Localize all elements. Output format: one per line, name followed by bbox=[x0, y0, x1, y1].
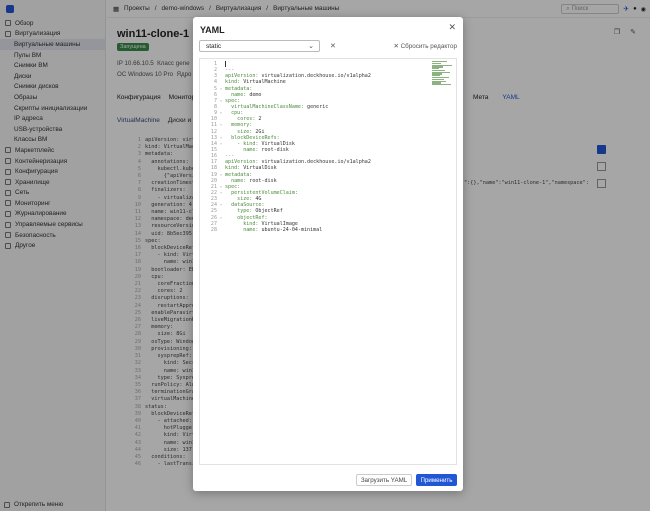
yaml-value: root-disk bbox=[258, 146, 289, 153]
text-cursor bbox=[225, 61, 226, 67]
gutter bbox=[217, 227, 225, 233]
yaml-value: ObjectRef bbox=[252, 208, 283, 215]
upload-yaml-button[interactable]: Загрузить YAML bbox=[356, 474, 412, 486]
yaml-key: metadata: bbox=[225, 85, 253, 92]
yaml-key: dataSource: bbox=[225, 202, 265, 209]
yaml-key: size: bbox=[225, 196, 253, 203]
code-text: name: ubuntu-24-04-minimal bbox=[225, 227, 322, 233]
yaml-value: demo bbox=[246, 91, 262, 98]
yaml-modal: YAML ✕ static ⌄ ✕ ✕ Сбросить редактор 12… bbox=[193, 17, 463, 491]
yaml-value: VirtualMachine bbox=[240, 79, 286, 86]
yaml-value: virtualization.deckhouse.io/v1alpha2 bbox=[258, 159, 371, 166]
apply-button[interactable]: Применить bbox=[416, 474, 457, 486]
reset-editor-button[interactable]: ✕ Сбросить редактор bbox=[394, 43, 457, 50]
yaml-key: cores: bbox=[225, 116, 256, 123]
yaml-editor[interactable]: 1 2 --- 3 apiVersion: virtualization.deckhou… bbox=[199, 58, 457, 465]
yaml-value: ubuntu-24-04-minimal bbox=[258, 226, 323, 233]
template-select-value: static bbox=[206, 42, 222, 50]
yaml-key: apiVersion: bbox=[225, 159, 259, 166]
yaml-key: persistentVolumeClaim: bbox=[225, 189, 298, 196]
yaml-key: name: bbox=[225, 177, 247, 184]
editor-lines: 1 2 --- 3 apiVersion: virtualization.deckhou… bbox=[200, 59, 456, 233]
yaml-key: spec: bbox=[225, 183, 241, 190]
yaml-key: kind: bbox=[225, 79, 241, 86]
yaml-value: 2Gi bbox=[252, 128, 265, 135]
yaml-value: root-disk bbox=[246, 177, 277, 184]
yaml-key: spec: bbox=[225, 97, 241, 104]
yaml-key: type: bbox=[225, 208, 253, 215]
yaml-key: kind: bbox=[225, 220, 259, 227]
yaml-key: kind: bbox=[225, 165, 241, 172]
editor-minimap[interactable] bbox=[432, 61, 454, 101]
yaml-value: VirtualDisk bbox=[240, 165, 277, 172]
editor-line: 28 name: ubuntu-24-04-minimal bbox=[200, 227, 456, 233]
line-number: 28 bbox=[210, 226, 217, 233]
yaml-value: VirtualImage bbox=[258, 220, 298, 227]
close-icon[interactable]: ✕ bbox=[448, 22, 456, 33]
yaml-key: apiVersion: bbox=[225, 73, 259, 80]
yaml-key: blockDeviceRefs: bbox=[225, 134, 280, 141]
yaml-key: memory: bbox=[225, 122, 253, 129]
modal-title: YAML bbox=[200, 25, 225, 35]
yaml-key: virtualMachineClassName: bbox=[225, 103, 305, 110]
yaml-key: name: bbox=[225, 146, 259, 153]
yaml-value: 4G bbox=[252, 196, 262, 203]
yaml-key: cpu: bbox=[225, 110, 244, 117]
yaml-key: - kind: bbox=[225, 140, 259, 147]
yaml-value: VirtualDisk bbox=[258, 140, 295, 147]
yaml-value: 2 bbox=[255, 116, 262, 123]
yaml-key: size: bbox=[225, 128, 253, 135]
yaml-value: generic bbox=[304, 103, 329, 110]
code-text: name: root-disk bbox=[225, 147, 289, 153]
yaml-key: name: bbox=[225, 91, 247, 98]
yaml-key: objectRef: bbox=[225, 214, 268, 221]
yaml-key: metadata: bbox=[225, 171, 253, 178]
yaml-value: virtualization.deckhouse.io/v1alpha2 bbox=[258, 73, 371, 80]
template-select[interactable]: static ⌄ bbox=[199, 40, 320, 52]
yaml-key: name: bbox=[225, 226, 259, 233]
chevron-down-icon: ⌄ bbox=[308, 43, 314, 50]
clear-select-icon[interactable]: ✕ bbox=[330, 42, 336, 50]
